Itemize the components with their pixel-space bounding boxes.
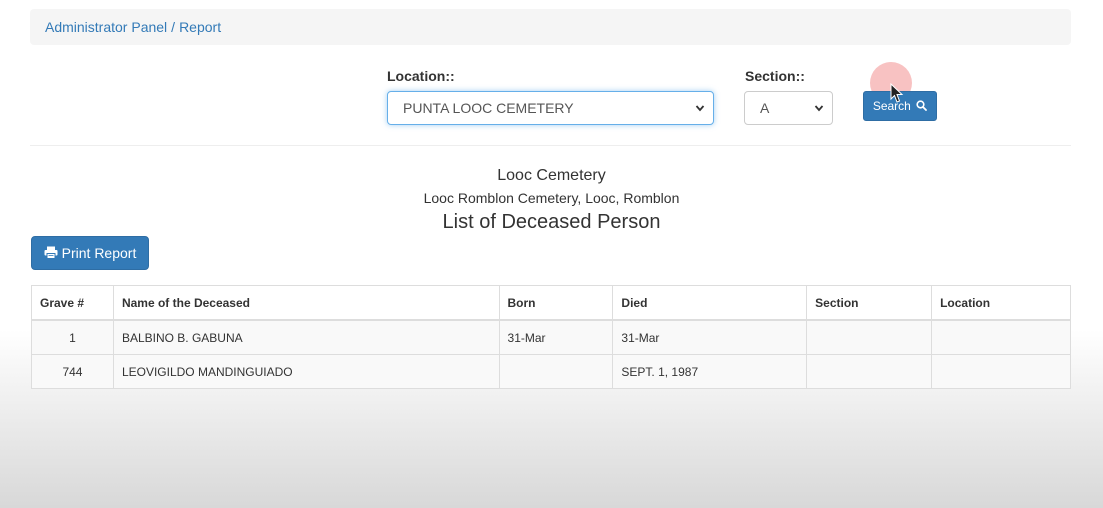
cell-section [806,354,933,389]
chevron-down-icon [695,105,705,112]
column-header-born: Born [498,285,614,321]
breadcrumb-separator: / [171,19,176,35]
location-select-value: PUNTA LOOC CEMETERY [403,100,574,116]
column-header-section: Section [806,285,933,321]
table-row: 1 BALBINO B. GABUNA 31-Mar 31-Mar [31,319,1071,355]
cemetery-name: Looc Cemetery [497,167,606,184]
cell-name: BALBINO B. GABUNA [112,319,500,355]
search-icon [916,100,928,112]
section-select[interactable]: A [744,91,833,125]
column-header-grave: Grave # [31,285,114,321]
print-report-button[interactable]: Print Report [31,236,149,270]
print-report-label: Print Report [61,245,137,261]
cell-died: 31-Mar [612,319,808,355]
breadcrumb-report-link[interactable]: Report [179,19,221,35]
cell-location [931,319,1071,355]
cell-born: 31-Mar [498,319,614,355]
section-label: Section:: [745,68,805,84]
column-header-name: Name of the Deceased [112,285,500,321]
location-label: Location:: [387,68,455,84]
cell-grave: 744 [31,354,114,389]
cell-born [498,354,614,389]
cemetery-address: Looc Romblon Cemetery, Looc, Romblon [423,190,680,206]
table-row: 744 LEOVIGILDO MANDINGUIADO SEPT. 1, 198… [31,354,1071,389]
mouse-cursor-icon [890,83,904,103]
divider [30,145,1071,146]
print-icon [44,246,58,260]
table-header-row: Grave # Name of the Deceased Born Died S… [31,285,1071,321]
breadcrumb-admin-panel-link[interactable]: Administrator Panel [45,19,167,35]
cell-died: SEPT. 1, 1987 [612,354,808,389]
cell-grave: 1 [31,319,114,355]
cell-section [806,319,933,355]
location-select[interactable]: PUNTA LOOC CEMETERY [387,91,714,125]
column-header-location: Location [931,285,1071,321]
cell-location [931,354,1071,389]
breadcrumb: Administrator Panel / Report [30,9,1071,45]
deceased-table: Grave # Name of the Deceased Born Died S… [31,285,1071,389]
report-title: List of Deceased Person [442,211,661,233]
column-header-died: Died [612,285,808,321]
chevron-down-icon [814,105,824,112]
cell-name: LEOVIGILDO MANDINGUIADO [112,354,500,389]
section-select-value: A [760,100,770,116]
